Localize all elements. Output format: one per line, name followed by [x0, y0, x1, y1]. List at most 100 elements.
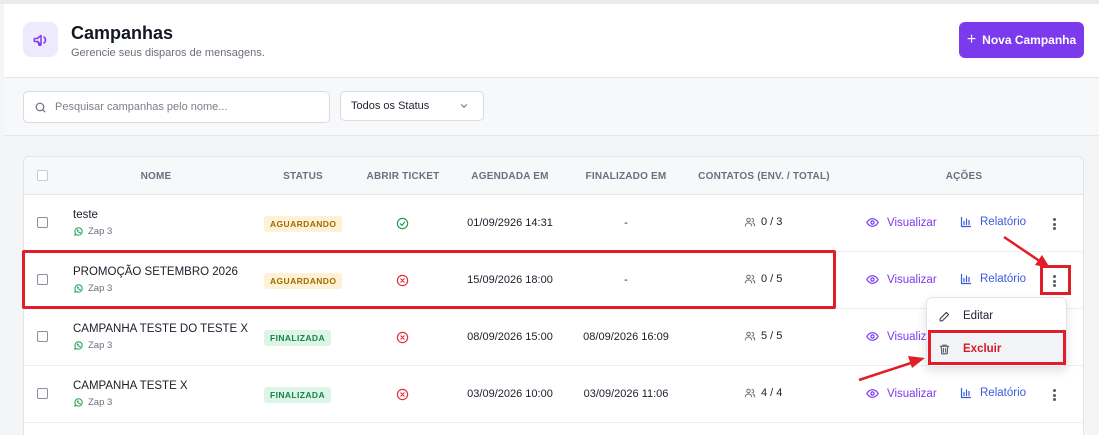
- search-input[interactable]: [55, 101, 315, 113]
- report-label: Relatório: [980, 216, 1027, 228]
- view-button[interactable]: Visualizar: [866, 273, 937, 286]
- x-circle-icon: [396, 331, 409, 344]
- whatsapp-icon: [74, 284, 83, 293]
- campaign-name: PROMOÇÃO SETEMBRO 2026: [73, 266, 238, 278]
- plus-icon: +: [966, 31, 977, 48]
- contacts-count: 5 / 5: [744, 330, 782, 342]
- new-campaign-label: Nova Campanha: [982, 33, 1077, 47]
- x-circle-icon: [396, 274, 409, 287]
- connection: Zap 3: [73, 397, 112, 408]
- view-label: Visualizar: [887, 387, 937, 400]
- column-ticket: ABRIR TICKET: [366, 171, 440, 182]
- column-finished: FINALIZADO EM: [585, 171, 667, 182]
- page-header: Campanhas Gerencie seus disparos de mens…: [4, 4, 1099, 78]
- report-button[interactable]: Relatório: [960, 387, 1026, 399]
- campaign-name: teste: [73, 209, 98, 221]
- menu-item-edit[interactable]: Editar: [927, 301, 1066, 331]
- contacts-value: 4 / 4: [761, 387, 783, 399]
- column-scheduled: AGENDADA EM: [471, 171, 549, 182]
- check-circle-icon: [396, 217, 409, 230]
- finished-at: 03/09/2026 11:06: [583, 388, 669, 400]
- scheduled-at: 01/09/2926 14:31: [467, 217, 553, 229]
- connection: Zap 3: [73, 340, 112, 351]
- new-campaign-button[interactable]: + Nova Campanha: [959, 22, 1084, 58]
- whatsapp-icon: [74, 227, 83, 236]
- column-status: STATUS: [283, 171, 323, 182]
- finished-at: 08/09/2026 16:09: [583, 331, 669, 343]
- eye-icon: [866, 275, 879, 284]
- select-all-checkbox[interactable]: [37, 170, 48, 181]
- campaign-name: CAMPANHA TESTE X: [73, 380, 188, 392]
- contacts-value: 0 / 3: [761, 216, 783, 228]
- menu-item-delete[interactable]: Excluir: [927, 334, 1066, 364]
- filter-bar: Todos os Status: [4, 79, 1099, 136]
- view-button[interactable]: Visualizar: [866, 216, 937, 229]
- column-name: NOME: [140, 171, 172, 182]
- connection: Zap 3: [73, 283, 112, 294]
- contacts-value: 0 / 5: [761, 273, 783, 285]
- table-row: CAMPANHA TESTE X Zap 3 FINALIZADA 03/09/…: [24, 366, 1083, 423]
- table-row: CAMPANHA TESTE DO TESTE X Zap 3 FINALIZA…: [24, 309, 1083, 366]
- status-badge: FINALIZADA: [264, 387, 331, 403]
- status-badge: AGUARDANDO: [264, 273, 343, 289]
- connection-label: Zap 3: [88, 340, 113, 351]
- eye-icon: [866, 389, 879, 398]
- status-filter-select[interactable]: Todos os Status: [340, 91, 484, 121]
- scheduled-at: 08/09/2026 15:00: [467, 331, 553, 343]
- campaigns-table: NOME STATUS ABRIR TICKET AGENDADA EM FIN…: [23, 156, 1084, 435]
- campaign-name: CAMPANHA TESTE DO TESTE X: [73, 323, 249, 335]
- status-badge: FINALIZADA: [264, 330, 331, 346]
- search-box[interactable]: [23, 91, 330, 123]
- finished-at: -: [624, 217, 628, 229]
- table-row: PROMOÇÃO SETEMBRO 2026 Zap 3 AGUARDANDO …: [24, 252, 1083, 309]
- table-row: teste Zap 3 AGUARDANDO 01/09/2926 14:31 …: [24, 195, 1083, 252]
- report-label: Relatório: [980, 273, 1027, 285]
- users-icon: [744, 274, 756, 284]
- menu-item-delete-label: Excluir: [963, 343, 1002, 355]
- search-icon: [35, 102, 46, 112]
- more-options-icon[interactable]: [1049, 216, 1059, 232]
- x-circle-icon: [396, 388, 409, 401]
- column-contacts: CONTATOS (ENV. / TOTAL): [698, 171, 830, 182]
- status-badge: AGUARDANDO: [264, 216, 343, 232]
- bar-chart-icon: [960, 273, 972, 285]
- table-header: NOME STATUS ABRIR TICKET AGENDADA EM FIN…: [24, 157, 1083, 195]
- users-icon: [744, 217, 756, 227]
- row-checkbox[interactable]: [37, 217, 48, 228]
- trash-icon: [939, 344, 950, 354]
- row-checkbox[interactable]: [37, 331, 48, 342]
- contacts-count: 0 / 3: [744, 216, 782, 228]
- pencil-icon: [939, 311, 950, 321]
- row-actions-menu: Editar Excluir: [926, 297, 1067, 367]
- chevron-down-icon: [460, 104, 468, 108]
- row-checkbox[interactable]: [37, 388, 48, 399]
- report-label: Relatório: [980, 387, 1027, 399]
- scheduled-at: 15/09/2026 18:00: [467, 274, 553, 286]
- report-button[interactable]: Relatório: [960, 273, 1026, 285]
- eye-icon: [866, 218, 879, 227]
- megaphone-icon: [23, 22, 58, 57]
- page-title: Campanhas: [71, 23, 174, 43]
- status-filter-value: Todos os Status: [351, 100, 430, 112]
- row-checkbox[interactable]: [37, 274, 48, 285]
- eye-icon: [866, 332, 879, 341]
- more-options-icon[interactable]: [1049, 273, 1059, 289]
- users-icon: [744, 331, 756, 341]
- view-label: Visualizar: [887, 273, 937, 286]
- connection-label: Zap 3: [88, 397, 113, 408]
- contacts-count: 0 / 5: [744, 273, 782, 285]
- view-button[interactable]: Visualizar: [866, 387, 937, 400]
- report-button[interactable]: Relatório: [960, 216, 1026, 228]
- bar-chart-icon: [960, 216, 972, 228]
- more-options-icon[interactable]: [1049, 387, 1059, 403]
- contacts-value: 5 / 5: [761, 330, 783, 342]
- scheduled-at: 03/09/2026 10:00: [467, 388, 553, 400]
- whatsapp-icon: [74, 341, 83, 350]
- column-actions: AÇÕES: [945, 171, 983, 182]
- connection-label: Zap 3: [88, 283, 113, 294]
- contacts-count: 4 / 4: [744, 387, 782, 399]
- view-label: Visualizar: [887, 216, 937, 229]
- users-icon: [744, 388, 756, 398]
- connection: Zap 3: [73, 226, 112, 237]
- page-subtitle: Gerencie seus disparos de mensagens.: [71, 47, 265, 59]
